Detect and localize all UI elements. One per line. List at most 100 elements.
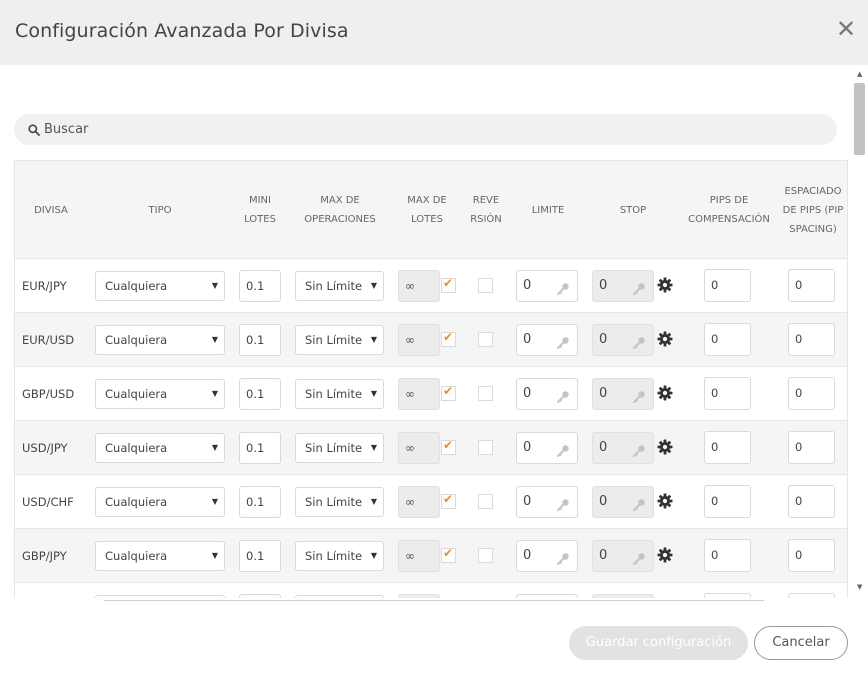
gear-icon[interactable] xyxy=(657,277,673,293)
limite-input[interactable]: 0 xyxy=(516,540,578,572)
max-lotes-input[interactable]: ∞ xyxy=(398,270,440,302)
pip-spacing-input[interactable]: 0 xyxy=(788,323,835,356)
modal-header: Configuración Avanzada Por Divisa ✕ xyxy=(0,0,868,65)
limite-input[interactable]: 0 xyxy=(516,270,578,302)
header-max-lotes: MAX DE LOTES xyxy=(407,195,447,225)
limite-value: 0 xyxy=(523,332,532,347)
max-operaciones-select[interactable]: Sin Límite ▼ xyxy=(295,541,384,571)
scroll-down-arrow[interactable]: ▼ xyxy=(857,583,862,591)
reversion-checkbox[interactable] xyxy=(478,386,493,401)
key-icon xyxy=(556,332,570,349)
max-lotes-checkbox[interactable] xyxy=(441,438,456,455)
mini-lotes-input[interactable]: 0.1 xyxy=(239,270,281,302)
limite-input[interactable]: 0 xyxy=(516,324,578,356)
stop-input[interactable]: 0 xyxy=(592,324,654,356)
stop-input[interactable]: 0 xyxy=(592,270,654,302)
max-operaciones-select[interactable]: Sin Límite ▼ xyxy=(295,325,384,355)
stop-input[interactable]: 0 xyxy=(592,378,654,410)
tipo-select[interactable]: Cualquiera ▼ xyxy=(95,541,225,571)
reversion-checkbox[interactable] xyxy=(478,278,493,293)
gear-icon[interactable] xyxy=(657,547,673,563)
max-lotes-input[interactable]: ∞ xyxy=(398,540,440,572)
max-operaciones-select[interactable]: Sin Límite ▼ xyxy=(295,271,384,301)
pip-spacing-input[interactable]: 0 xyxy=(788,269,835,302)
pips-compensacion-input[interactable]: 0 xyxy=(704,323,751,356)
reversion-checkbox[interactable] xyxy=(478,440,493,455)
gear-icon[interactable] xyxy=(657,439,673,455)
pips-compensacion-input[interactable]: 0 xyxy=(704,539,751,572)
max-lotes-input[interactable] xyxy=(398,594,440,598)
max-lotes-input[interactable]: ∞ xyxy=(398,432,440,464)
max-lotes-input[interactable]: ∞ xyxy=(398,486,440,518)
gear-icon[interactable] xyxy=(657,331,673,347)
mini-lotes-input[interactable]: 0.1 xyxy=(239,540,281,572)
header-tipo: TIPO xyxy=(148,204,172,216)
max-lotes-input[interactable]: ∞ xyxy=(398,378,440,410)
gear-icon[interactable] xyxy=(657,493,673,509)
vertical-scrollbar[interactable]: ▲ ▼ xyxy=(852,65,868,598)
max-lotes-checkbox[interactable] xyxy=(441,546,456,563)
pips-compensacion-input[interactable]: 0 xyxy=(704,431,751,464)
mini-lotes-input[interactable]: 0.1 xyxy=(239,486,281,518)
cancel-button[interactable]: Cancelar xyxy=(754,626,848,660)
max-lotes-checkbox[interactable] xyxy=(441,492,456,509)
mini-lotes-input[interactable]: 0.1 xyxy=(239,324,281,356)
tipo-select[interactable]: Cualquiera ▼ xyxy=(95,487,225,517)
reversion-checkbox[interactable] xyxy=(478,548,493,563)
key-icon xyxy=(556,386,570,403)
mini-lotes-input[interactable]: 0.1 xyxy=(239,378,281,410)
pips-compensacion-input[interactable]: 0 xyxy=(704,269,751,302)
stop-input[interactable] xyxy=(592,594,654,598)
max-operaciones-select[interactable] xyxy=(295,595,384,598)
save-button[interactable]: Guardar configuración xyxy=(569,626,748,660)
key-icon xyxy=(632,440,646,457)
max-operaciones-value: Sin Límite xyxy=(305,333,363,347)
search-icon xyxy=(28,124,40,136)
close-icon[interactable]: ✕ xyxy=(834,15,858,43)
tipo-select[interactable] xyxy=(95,595,225,598)
horizontal-scrollbar[interactable] xyxy=(104,600,764,601)
limite-value: 0 xyxy=(523,548,532,563)
max-operaciones-value: Sin Límite xyxy=(305,549,363,563)
pip-spacing-input[interactable] xyxy=(788,593,835,598)
gear-icon[interactable] xyxy=(657,385,673,401)
table-row: USD/JPY Cualquiera ▼ 0.1 Sin Límite ▼ ∞ 0 0 0 0 xyxy=(15,421,847,475)
stop-input[interactable]: 0 xyxy=(592,432,654,464)
mini-lotes-input[interactable] xyxy=(239,594,281,598)
pip-spacing-input[interactable]: 0 xyxy=(788,485,835,518)
max-operaciones-select[interactable]: Sin Límite ▼ xyxy=(295,433,384,463)
tipo-select[interactable]: Cualquiera ▼ xyxy=(95,433,225,463)
search-bar[interactable] xyxy=(14,114,837,145)
max-lotes-checkbox[interactable] xyxy=(441,276,456,293)
scroll-up-arrow[interactable]: ▲ xyxy=(857,70,862,78)
max-operaciones-select[interactable]: Sin Límite ▼ xyxy=(295,379,384,409)
pips-compensacion-input[interactable]: 0 xyxy=(704,377,751,410)
max-operaciones-select[interactable]: Sin Límite ▼ xyxy=(295,487,384,517)
chevron-down-icon: ▼ xyxy=(211,551,218,560)
pip-spacing-input[interactable]: 0 xyxy=(788,539,835,572)
reversion-checkbox[interactable] xyxy=(478,494,493,509)
limite-input[interactable]: 0 xyxy=(516,486,578,518)
limite-value: 0 xyxy=(523,386,532,401)
stop-input[interactable]: 0 xyxy=(592,486,654,518)
limite-input[interactable]: 0 xyxy=(516,432,578,464)
limite-input[interactable] xyxy=(516,594,578,598)
scrollbar-thumb[interactable] xyxy=(854,83,865,155)
reversion-checkbox[interactable] xyxy=(478,332,493,347)
pips-compensacion-input[interactable]: 0 xyxy=(704,485,751,518)
max-lotes-input[interactable]: ∞ xyxy=(398,324,440,356)
search-input[interactable] xyxy=(44,114,824,145)
chevron-down-icon: ▼ xyxy=(211,335,218,344)
pip-spacing-input[interactable]: 0 xyxy=(788,377,835,410)
limite-input[interactable]: 0 xyxy=(516,378,578,410)
max-lotes-checkbox[interactable] xyxy=(441,384,456,401)
mini-lotes-input[interactable]: 0.1 xyxy=(239,432,281,464)
pip-spacing-input[interactable]: 0 xyxy=(788,431,835,464)
tipo-select[interactable]: Cualquiera ▼ xyxy=(95,379,225,409)
tipo-select[interactable]: Cualquiera ▼ xyxy=(95,271,225,301)
stop-input[interactable]: 0 xyxy=(592,540,654,572)
pips-compensacion-input[interactable] xyxy=(704,593,751,598)
max-lotes-checkbox[interactable] xyxy=(441,330,456,347)
table-row: EUR/USD Cualquiera ▼ 0.1 Sin Límite ▼ ∞ 0 0 0 0 xyxy=(15,313,847,367)
tipo-select[interactable]: Cualquiera ▼ xyxy=(95,325,225,355)
